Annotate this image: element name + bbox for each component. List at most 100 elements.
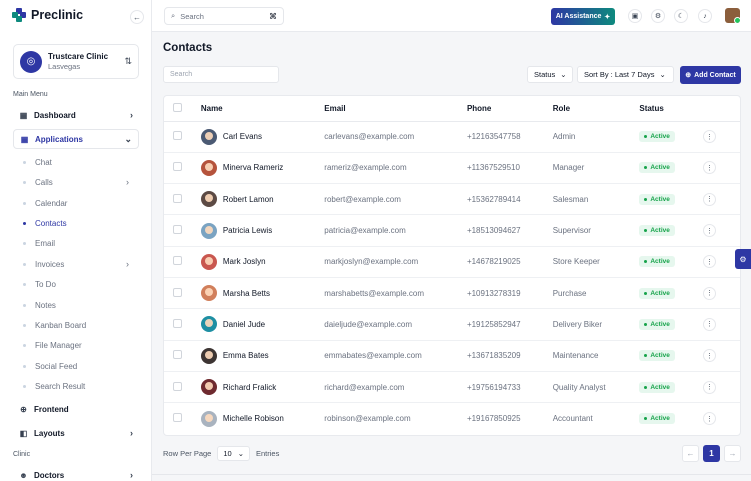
contacts-search-input[interactable]: Search (163, 66, 279, 83)
next-page-button[interactable]: → (724, 445, 741, 462)
clinic-switcher[interactable]: ◎ Trustcare Clinic Lasvegas ⇅ (13, 44, 139, 79)
settings-icon[interactable]: ⚙ (651, 9, 665, 23)
brand-logo[interactable]: Preclinic (12, 8, 83, 22)
sidebar-subitem-contacts[interactable]: Contacts (23, 216, 139, 230)
table-row[interactable]: Daniel Jude daieljude@example.com +1912585… (164, 308, 740, 341)
table-row[interactable]: Richard Fralick richard@example.com +19756… (164, 371, 740, 404)
sidebar-item-doctors[interactable]: ☻ Doctors › (13, 465, 139, 481)
collapse-sidebar-button[interactable]: ← (130, 10, 144, 24)
row-checkbox[interactable] (173, 256, 182, 266)
row-actions-button[interactable]: ⋮ (703, 161, 717, 175)
row-checkbox[interactable] (173, 318, 182, 328)
table-row[interactable]: Patricia Lewis patricia@example.com +18513… (164, 214, 740, 247)
chevron-down-icon: ⌄ (560, 70, 567, 79)
sidebar-item-layouts[interactable]: ◧ Layouts › (13, 423, 139, 443)
chevron-right-icon: › (130, 428, 133, 438)
row-checkbox[interactable] (173, 381, 182, 391)
contact-name[interactable]: Carl Evans (223, 132, 262, 141)
column-header-email[interactable]: Email (324, 96, 467, 122)
row-checkbox[interactable] (173, 193, 182, 203)
row-checkbox[interactable] (173, 131, 182, 141)
contact-name[interactable]: Daniel Jude (223, 320, 265, 329)
calendar-icon[interactable]: ▣ (628, 9, 642, 23)
clinic-logo-icon: ◎ (20, 50, 42, 73)
table-row[interactable]: Emma Bates emmabates@example.com +13671835… (164, 340, 740, 372)
row-checkbox[interactable] (173, 225, 182, 235)
theme-settings-button[interactable]: ⚙ (735, 249, 751, 269)
row-actions-button[interactable]: ⋮ (703, 224, 717, 238)
row-checkbox[interactable] (173, 162, 182, 172)
bell-icon[interactable]: ♪ (698, 9, 712, 23)
table-row[interactable]: Michelle Robison robinson@example.com +191… (164, 403, 740, 434)
row-actions-button[interactable]: ⋮ (703, 255, 717, 269)
contact-name[interactable]: Marsha Betts (223, 289, 270, 298)
contact-email: rameriz@example.com (324, 152, 467, 185)
subitem-label: Kanban Board (35, 320, 87, 330)
contact-name[interactable]: Michelle Robison (223, 414, 284, 423)
subitem-label: File Manager (35, 340, 82, 350)
clinic-menu-title: Clinic (13, 451, 31, 458)
contact-name[interactable]: Mark Joslyn (223, 257, 266, 266)
table-row[interactable]: Carl Evans carlevans@example.com +12163547… (164, 121, 740, 153)
sidebar-subitem-calendar[interactable]: Calendar (23, 196, 139, 210)
row-actions-button[interactable]: ⋮ (703, 317, 717, 331)
page-button-current[interactable]: 1 (703, 445, 720, 462)
table-row[interactable]: Robert Lamon robert@example.com +153627894… (164, 183, 740, 216)
row-actions-button[interactable]: ⋮ (703, 380, 717, 394)
row-checkbox[interactable] (173, 350, 182, 360)
column-header-phone[interactable]: Phone (466, 96, 553, 122)
table-row[interactable]: Mark Joslyn markjoslyn@example.com +146782… (164, 246, 740, 278)
global-search-input[interactable]: ⌕ Search ⌘ (164, 7, 284, 25)
status-badge: Active (639, 131, 675, 143)
sidebar-subitem-invoices[interactable]: Invoices › (23, 257, 139, 271)
row-actions-button[interactable]: ⋮ (703, 192, 717, 206)
sidebar-subitem-search-result[interactable]: Search Result (23, 379, 139, 393)
sidebar-subitem-chat[interactable]: Chat (23, 155, 139, 169)
contact-name[interactable]: Patricia Lewis (223, 226, 272, 235)
contact-name[interactable]: Richard Fralick (223, 383, 276, 392)
row-actions-button[interactable]: ⋮ (703, 286, 717, 300)
contact-role: Admin (552, 121, 640, 153)
row-actions-button[interactable]: ⋮ (703, 130, 717, 144)
sidebar-subitem-todo[interactable]: To Do (23, 277, 139, 291)
status-filter-dropdown[interactable]: Status ⌄ (527, 66, 573, 83)
sidebar-subitem-notes[interactable]: Notes (23, 298, 139, 312)
user-avatar[interactable] (725, 8, 740, 23)
column-header-status[interactable]: Status (639, 96, 704, 122)
row-checkbox[interactable] (173, 413, 182, 423)
sidebar-item-frontend[interactable]: ⊕ Frontend (13, 399, 139, 419)
contact-role: Delivery Biker (552, 308, 640, 341)
row-actions-button[interactable]: ⋮ (703, 412, 717, 426)
table-row[interactable]: Minerva Rameriz rameriz@example.com +11367… (164, 152, 740, 185)
subitem-label: Email (35, 238, 56, 248)
row-actions-button[interactable]: ⋮ (703, 349, 717, 363)
sidebar-subitem-email[interactable]: Email (23, 236, 139, 250)
column-header-role[interactable]: Role (552, 96, 640, 122)
contact-name[interactable]: Robert Lamon (223, 195, 274, 204)
row-checkbox[interactable] (173, 287, 182, 297)
contact-email: carlevans@example.com (324, 121, 467, 153)
status-text: Active (650, 320, 670, 328)
contact-role: Quality Analyst (552, 371, 640, 404)
select-all-checkbox[interactable] (173, 102, 182, 112)
sidebar-item-applications[interactable]: ▦ Applications ⌄ (13, 129, 139, 149)
table-row[interactable]: Marsha Betts marshabetts@example.com +1091… (164, 277, 740, 310)
contact-name[interactable]: Minerva Rameriz (223, 163, 283, 172)
contact-name[interactable]: Emma Bates (223, 351, 269, 360)
add-contact-button[interactable]: ⊕ Add Contact (680, 66, 741, 84)
sidebar-item-dashboard[interactable]: ▦ Dashboard › (13, 105, 139, 125)
sidebar-subitem-kanban[interactable]: Kanban Board (23, 318, 139, 332)
prev-page-button[interactable]: ← (682, 445, 699, 462)
sidebar-subitem-calls[interactable]: Calls › (23, 175, 139, 189)
subitem-label: Calendar (35, 198, 68, 208)
contact-avatar (200, 285, 217, 302)
sidebar-subitem-file-manager[interactable]: File Manager (23, 338, 139, 352)
more-vertical-icon: ⋮ (706, 321, 714, 329)
sidebar-subitem-social-feed[interactable]: Social Feed (23, 359, 139, 373)
sort-dropdown[interactable]: Sort By : Last 7 Days ⌄ (577, 66, 674, 83)
row-per-page-select[interactable]: 10 ⌄ (217, 446, 250, 461)
column-header-name[interactable]: Name (200, 96, 325, 122)
arrow-left-icon: ← (133, 12, 141, 22)
ai-assistance-button[interactable]: AI Assistance ✦ (551, 8, 615, 25)
moon-icon[interactable]: ☾ (674, 9, 688, 23)
